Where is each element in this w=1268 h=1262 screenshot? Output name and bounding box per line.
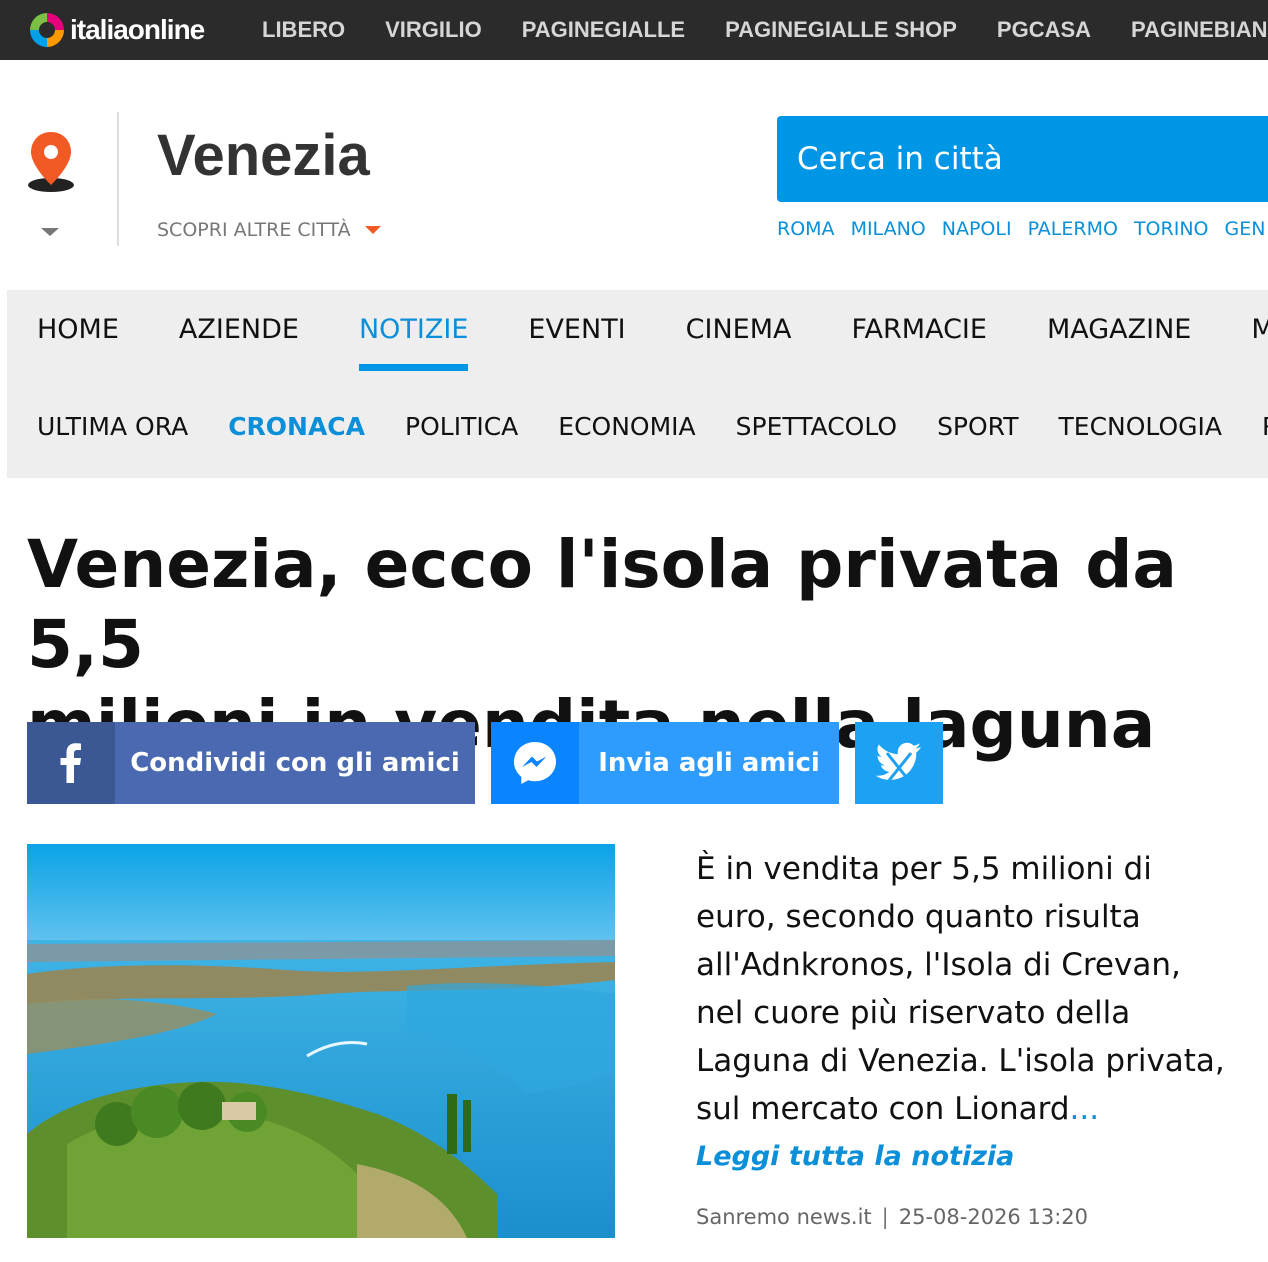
main-nav: HOME AZIENDE NOTIZIE EVENTI CINEMA FARMA… bbox=[37, 314, 1268, 371]
city-quick-links: ROMA MILANO NAPOLI PALERMO TORINO GEN bbox=[777, 218, 1268, 240]
brand-name: italiaonline bbox=[70, 14, 205, 45]
subnav-politica[interactable]: POLITICA bbox=[405, 412, 518, 441]
subnav-spettacolo[interactable]: SPETTACOLO bbox=[736, 412, 897, 441]
article-date: 25-08-2026 13:20 bbox=[898, 1205, 1088, 1229]
summary-line: È in vendita per 5,5 milioni di bbox=[696, 851, 1152, 887]
summary-line: Laguna di Venezia. L'isola privata, bbox=[696, 1043, 1225, 1079]
nav-eventi[interactable]: EVENTI bbox=[528, 314, 625, 345]
other-cities-label: SCOPRI ALTRE CITTÀ bbox=[157, 219, 351, 241]
nav-aziende[interactable]: AZIENDE bbox=[179, 314, 299, 345]
messenger-icon bbox=[491, 722, 579, 804]
twitter-icon bbox=[855, 722, 943, 804]
caret-down-icon[interactable] bbox=[41, 228, 59, 236]
summary-ellipsis: ... bbox=[1069, 1091, 1100, 1127]
nav-farmacie[interactable]: FARMACIE bbox=[852, 314, 987, 345]
headline-line: Venezia, ecco l'isola privata da 5,5 bbox=[27, 526, 1177, 683]
share-messenger-label: Invia agli amici bbox=[579, 722, 839, 804]
italiaonline-logo-icon bbox=[30, 13, 64, 47]
share-facebook-button[interactable]: Condividi con gli amici bbox=[27, 722, 475, 804]
city-link-palermo[interactable]: PALERMO bbox=[1028, 218, 1118, 240]
city-title: Venezia bbox=[157, 123, 370, 188]
article-image[interactable] bbox=[27, 844, 615, 1238]
subnav-ultima-ora[interactable]: ULTIMA ORA bbox=[37, 412, 188, 441]
caret-down-icon bbox=[364, 226, 381, 234]
share-twitter-button[interactable] bbox=[855, 722, 943, 804]
city-link-genova[interactable]: GEN bbox=[1225, 218, 1266, 240]
subnav-tecnologia[interactable]: TECNOLOGIA bbox=[1059, 412, 1222, 441]
article-source: Sanremo news.it bbox=[696, 1205, 872, 1229]
nav-cinema[interactable]: CINEMA bbox=[686, 314, 792, 345]
city-link-milano[interactable]: MILANO bbox=[851, 218, 926, 240]
summary-line: nel cuore più riservato della bbox=[696, 995, 1131, 1031]
article-summary: È in vendita per 5,5 milioni di euro, se… bbox=[696, 845, 1246, 1133]
sub-nav: ULTIMA ORA CRONACA POLITICA ECONOMIA SPE… bbox=[37, 412, 1268, 441]
portal-link-virgilio[interactable]: VIRGILIO bbox=[385, 17, 482, 43]
portal-links: LIBERO VIRGILIO PAGINEGIALLE PAGINEGIALL… bbox=[262, 0, 1268, 60]
share-facebook-label: Condividi con gli amici bbox=[115, 722, 475, 804]
article-meta: Sanremo news.it | 25-08-2026 13:20 bbox=[696, 1205, 1088, 1229]
subnav-economia[interactable]: ECONOMIA bbox=[558, 412, 695, 441]
portal-link-paginegialle-shop[interactable]: PAGINEGIALLE SHOP bbox=[725, 17, 957, 43]
search-input[interactable] bbox=[797, 141, 1268, 177]
city-search[interactable] bbox=[777, 116, 1268, 202]
top-bar: italiaonline LIBERO VIRGILIO PAGINEGIALL… bbox=[0, 0, 1268, 60]
summary-line: all'Adnkronos, l'Isola di Crevan, bbox=[696, 947, 1181, 983]
portal-link-pgcasa[interactable]: PGCASA bbox=[997, 17, 1091, 43]
italiaonline-logo[interactable]: italiaonline bbox=[30, 12, 205, 48]
city-link-roma[interactable]: ROMA bbox=[777, 218, 835, 240]
nav-more[interactable]: M bbox=[1251, 314, 1268, 345]
nav-home[interactable]: HOME bbox=[37, 314, 119, 345]
other-cities-dropdown[interactable]: SCOPRI ALTRE CITTÀ bbox=[157, 219, 381, 241]
subnav-sport[interactable]: SPORT bbox=[937, 412, 1018, 441]
header-divider bbox=[117, 112, 119, 246]
facebook-icon bbox=[27, 722, 115, 804]
subnav-cronaca[interactable]: CRONACA bbox=[228, 412, 365, 441]
summary-line: sul mercato con Lionard bbox=[696, 1091, 1070, 1127]
portal-link-libero[interactable]: LIBERO bbox=[262, 17, 345, 43]
summary-line: euro, secondo quanto risulta bbox=[696, 899, 1141, 935]
nav-notizie[interactable]: NOTIZIE bbox=[358, 314, 469, 371]
location-pin-icon bbox=[28, 132, 74, 192]
portal-link-paginebianche[interactable]: PAGINEBIAN bbox=[1131, 17, 1268, 43]
subnav-more[interactable]: RA bbox=[1262, 412, 1268, 441]
city-link-napoli[interactable]: NAPOLI bbox=[942, 218, 1012, 240]
meta-separator: | bbox=[881, 1205, 889, 1229]
nav-magazine[interactable]: MAGAZINE bbox=[1047, 314, 1191, 345]
portal-link-paginegialle[interactable]: PAGINEGIALLE bbox=[522, 17, 685, 43]
read-more-link[interactable]: Leggi tutta la notizia bbox=[696, 1141, 1014, 1172]
city-link-torino[interactable]: TORINO bbox=[1134, 218, 1209, 240]
section-navigation: HOME AZIENDE NOTIZIE EVENTI CINEMA FARMA… bbox=[7, 290, 1268, 478]
share-messenger-button[interactable]: Invia agli amici bbox=[491, 722, 839, 804]
